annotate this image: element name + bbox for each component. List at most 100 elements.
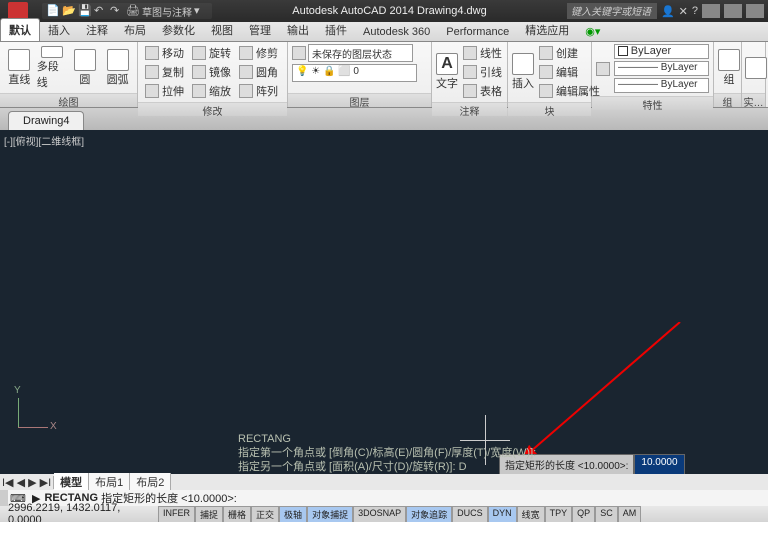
open-icon[interactable]: 📂 (62, 4, 76, 18)
layout1-tab[interactable]: 布局1 (89, 473, 130, 491)
line-button[interactable]: 直线 (4, 46, 35, 90)
mirror-button[interactable]: 镜像 (189, 63, 234, 81)
copy-button[interactable]: 复制 (142, 63, 187, 81)
panel-layers: 未保存的图层状态 💡 ☀ 🔒 ⬜ 0 图层 (288, 42, 432, 107)
stretch-button[interactable]: 拉伸 (142, 82, 187, 100)
tab-insert[interactable]: 插入 (40, 19, 78, 41)
minimize-button[interactable] (702, 4, 720, 18)
panel-title[interactable]: 图层 (288, 93, 431, 107)
match-props-icon[interactable] (596, 62, 610, 76)
redo-icon[interactable]: ↷ (110, 4, 124, 18)
exchange-icon[interactable]: ✕ (679, 5, 688, 18)
dropdown-icon[interactable]: ▾ (194, 4, 208, 18)
toggle-snap[interactable]: 捕捉 (195, 506, 223, 523)
move-icon (145, 46, 159, 60)
toggle-ortho[interactable]: 正交 (251, 506, 279, 523)
table-icon (463, 84, 477, 98)
fillet-button[interactable]: 圆角 (236, 63, 281, 81)
tab-default[interactable]: 默认 (0, 18, 40, 41)
new-icon[interactable]: 📄 (46, 4, 60, 18)
history-line: 指定另一个角点或 [面积(A)/尺寸(D)/旋转(R)]: D (238, 460, 536, 474)
array-button[interactable]: 阵列 (236, 82, 281, 100)
panel-groups: 组 组 (714, 42, 742, 107)
command-history: RECTANG 指定第一个角点或 [倒角(C)/标高(E)/圆角(F)/厚度(T… (238, 432, 536, 474)
help-search-input[interactable]: 键入关键字或短语 (567, 3, 657, 19)
toggle-am[interactable]: AM (618, 506, 642, 523)
layout2-tab[interactable]: 布局2 (130, 473, 171, 491)
create-icon (539, 46, 553, 60)
linetype-combo[interactable]: ———— ByLayer (614, 78, 709, 93)
lineweight-combo[interactable]: ———— ByLayer (614, 61, 709, 76)
color-combo[interactable]: ByLayer (614, 44, 709, 59)
table-button[interactable]: 表格 (460, 82, 505, 100)
tab-extra-icon[interactable]: ◉▾ (577, 22, 608, 41)
panel-title[interactable]: 实… (742, 93, 765, 107)
panel-title[interactable]: 块 (508, 102, 591, 116)
arc-button[interactable]: 圆弧 (102, 46, 133, 90)
layer-props-icon[interactable] (292, 46, 306, 60)
toggle-qp[interactable]: QP (572, 506, 595, 523)
dynamic-input-field[interactable]: 10.0000 (634, 454, 684, 475)
layer-state-combo[interactable]: 未保存的图层状态 (308, 44, 413, 62)
linear-dim-button[interactable]: 线性 (460, 44, 505, 62)
tab-parametric[interactable]: 参数化 (154, 19, 203, 41)
tab-layout[interactable]: 布局 (116, 19, 154, 41)
drawing-tab[interactable]: Drawing4 (8, 111, 84, 130)
trim-button[interactable]: 修剪 (236, 44, 281, 62)
rotate-button[interactable]: 旋转 (189, 44, 234, 62)
circle-button[interactable]: 圆 (70, 46, 101, 90)
toggle-tpy[interactable]: TPY (545, 506, 573, 523)
toggle-3dosnap[interactable]: 3DOSNAP (353, 506, 406, 523)
maximize-button[interactable] (724, 4, 742, 18)
panel-utilities: 实… (742, 42, 766, 107)
toggle-otrack[interactable]: 对象追踪 (406, 506, 452, 523)
layer-combo[interactable]: 💡 ☀ 🔒 ⬜ 0 (292, 64, 417, 82)
polyline-button[interactable]: 多段线 (37, 46, 68, 90)
workspace-label[interactable]: 草图与注释 (142, 4, 192, 18)
panel-annotation: A文字 线性 引线 表格 注释 (432, 42, 508, 107)
group-button[interactable]: 组 (718, 46, 740, 90)
print-icon[interactable]: 🖨 (126, 4, 140, 18)
tab-a360[interactable]: Autodesk 360 (355, 23, 438, 41)
ribbon: 直线 多段线 圆 圆弧 绘图 移动 复制 拉伸 旋转 镜像 缩放 修剪 圆角 阵… (0, 42, 768, 108)
toggle-sc[interactable]: SC (595, 506, 618, 523)
toggle-osnap[interactable]: 对象捕捉 (307, 506, 353, 523)
move-button[interactable]: 移动 (142, 44, 187, 62)
save-icon[interactable]: 💾 (78, 4, 92, 18)
panel-title[interactable]: 特性 (592, 96, 713, 110)
scale-button[interactable]: 缩放 (189, 82, 234, 100)
tab-nav-buttons[interactable]: I◀ ◀ ▶ ▶I (0, 476, 54, 489)
toggle-polar[interactable]: 极轴 (279, 506, 307, 523)
tab-plugins[interactable]: 插件 (317, 19, 355, 41)
tab-performance[interactable]: Performance (438, 23, 517, 41)
tab-featured[interactable]: 精选应用 (517, 19, 577, 41)
drawing-area[interactable]: [-][俯视][二维线框] 指定矩形的长度 <10.0000>: 10.0000… (0, 130, 768, 490)
circle-icon (74, 49, 96, 71)
trim-icon (239, 46, 253, 60)
panel-title[interactable]: 绘图 (0, 93, 137, 107)
viewport-label[interactable]: [-][俯视][二维线框] (4, 133, 84, 148)
model-tab[interactable]: 模型 (54, 473, 89, 491)
tab-manage[interactable]: 管理 (241, 19, 279, 41)
insert-button[interactable]: 插入 (512, 50, 534, 94)
toggle-grid[interactable]: 栅格 (223, 506, 251, 523)
panel-title[interactable]: 修改 (138, 102, 287, 116)
tab-annotate[interactable]: 注释 (78, 19, 116, 41)
tab-view[interactable]: 视图 (203, 19, 241, 41)
leader-button[interactable]: 引线 (460, 63, 505, 81)
close-button[interactable] (746, 4, 764, 18)
util-button[interactable] (746, 46, 766, 90)
signin-icon[interactable]: 👤 (661, 5, 675, 18)
toggle-ducs[interactable]: DUCS (452, 506, 488, 523)
text-button[interactable]: A文字 (436, 50, 458, 94)
undo-icon[interactable]: ↶ (94, 4, 108, 18)
toggle-infer[interactable]: INFER (158, 506, 195, 523)
panel-title[interactable]: 注释 (432, 102, 507, 116)
tab-output[interactable]: 输出 (279, 19, 317, 41)
panel-title[interactable]: 组 (714, 93, 741, 107)
toggle-lwt[interactable]: 线宽 (517, 506, 545, 523)
history-line: RECTANG (238, 432, 536, 446)
util-icon (745, 57, 767, 79)
help-icon[interactable]: ? (692, 5, 698, 17)
toggle-dyn[interactable]: DYN (488, 506, 517, 523)
